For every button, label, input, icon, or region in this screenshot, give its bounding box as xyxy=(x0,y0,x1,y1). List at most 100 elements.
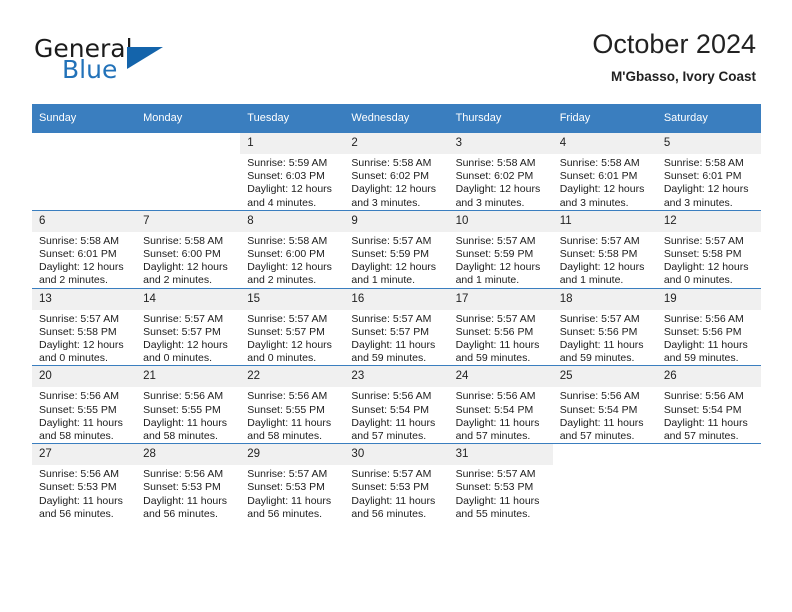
day-sunset-line: Sunset: 6:01 PM xyxy=(663,170,742,183)
day-sunrise-line: Sunrise: 5:58 AM xyxy=(455,157,536,169)
calendar-day-cell[interactable]: 7 Sunrise: 5:58 AM Sunset: 6:00 PM Daylight… xyxy=(136,209,241,289)
weekday-header-tuesday: Tuesday xyxy=(240,104,345,133)
calendar-day-cell-empty xyxy=(32,132,137,211)
calendar-day-cell[interactable]: 10 Sunrise: 5:57 AM Sunset: 5:59 PM Dayligh… xyxy=(448,209,553,289)
day-number: 15 xyxy=(240,288,345,310)
day-number: 4 xyxy=(552,133,657,154)
calendar-day-cell[interactable]: 2 Sunrise: 5:58 AM Sunset: 6:02 PM Daylight… xyxy=(344,132,449,211)
calendar-day-cell[interactable]: 23 Sunrise: 5:56 AM Sunset: 5:54 PM Dayligh… xyxy=(344,365,449,444)
general-blue-logo[interactable]: General Blue xyxy=(34,34,224,86)
calendar-day-cell[interactable]: 24 Sunrise: 5:56 AM Sunset: 5:54 PM Dayligh… xyxy=(448,365,553,444)
day-details: Sunrise: 5:56 AM Sunset: 5:55 PM Daylight:… xyxy=(32,387,136,443)
day-daylight-line: and 57 minutes. xyxy=(663,430,739,443)
calendar-grid: Sunday Monday Tuesday Wednesday Thursday… xyxy=(32,104,761,522)
day-details: Sunrise: 5:56 AM Sunset: 5:53 PM Daylight:… xyxy=(136,465,240,521)
calendar-page: General Blue October 2024 M'Gbasso, Ivor… xyxy=(0,0,792,612)
day-daylight-line: Daylight: 11 hours xyxy=(143,494,227,507)
calendar-day-cell[interactable]: 28 Sunrise: 5:56 AM Sunset: 5:53 PM Dayligh… xyxy=(136,443,241,522)
calendar-day-cell[interactable]: 9 Sunrise: 5:57 AM Sunset: 5:59 PM Daylight… xyxy=(344,209,449,289)
day-details: Sunrise: 5:58 AM Sunset: 6:01 PM Daylight:… xyxy=(657,154,761,210)
day-sunrise-line: Sunrise: 5:57 AM xyxy=(351,468,432,481)
calendar-day-cell[interactable]: 16 Sunrise: 5:57 AM Sunset: 5:57 PM Dayligh… xyxy=(344,287,449,366)
calendar-day-cell[interactable]: 18 Sunrise: 5:57 AM Sunset: 5:56 PM Dayligh… xyxy=(552,287,657,366)
day-details: Sunrise: 5:56 AM Sunset: 5:55 PM Daylight:… xyxy=(240,387,344,443)
day-number: 2 xyxy=(344,133,449,154)
day-sunrise-line: Sunrise: 5:56 AM xyxy=(351,390,432,403)
calendar-day-cell[interactable]: 6 Sunrise: 5:58 AM Sunset: 6:01 PM Daylight… xyxy=(32,209,137,289)
calendar-header-row: Sunday Monday Tuesday Wednesday Thursday… xyxy=(32,104,761,133)
calendar-day-cell-empty xyxy=(656,443,761,522)
calendar-day-cell[interactable]: 22 Sunrise: 5:56 AM Sunset: 5:55 PM Dayligh… xyxy=(240,365,345,444)
calendar-day-cell[interactable]: 17 Sunrise: 5:57 AM Sunset: 5:56 PM Dayligh… xyxy=(448,287,553,366)
weekday-header-sunday: Sunday xyxy=(32,104,137,133)
calendar-day-cell[interactable]: 3 Sunrise: 5:58 AM Sunset: 6:02 PM Daylight… xyxy=(448,132,553,211)
day-sunrise-line: Sunrise: 5:56 AM xyxy=(143,468,224,481)
calendar-day-cell[interactable]: 1 Sunrise: 5:59 AM Sunset: 6:03 PM Daylight… xyxy=(240,132,345,211)
day-daylight-line: Daylight: 11 hours xyxy=(559,416,644,429)
logo-triangle-icon xyxy=(127,47,163,69)
day-details: Sunrise: 5:56 AM Sunset: 5:55 PM Daylight:… xyxy=(136,387,240,443)
calendar-week-row: 1 Sunrise: 5:59 AM Sunset: 6:03 PM Daylight… xyxy=(32,132,761,211)
day-daylight-line: Daylight: 11 hours xyxy=(455,494,540,507)
day-sunrise-line: Sunrise: 5:57 AM xyxy=(143,312,224,325)
day-number: 21 xyxy=(136,366,241,388)
day-number: 17 xyxy=(448,288,553,310)
day-sunset-line: Sunset: 5:53 PM xyxy=(143,481,221,494)
day-number xyxy=(656,444,761,466)
day-details: Sunrise: 5:58 AM Sunset: 6:02 PM Daylight:… xyxy=(344,154,448,210)
day-sunset-line: Sunset: 5:57 PM xyxy=(247,325,325,338)
day-details: Sunrise: 5:58 AM Sunset: 6:01 PM Daylight:… xyxy=(553,154,657,210)
day-daylight-line: Daylight: 12 hours xyxy=(39,339,124,352)
day-daylight-line: and 0 minutes. xyxy=(143,352,213,365)
calendar-day-cell[interactable]: 8 Sunrise: 5:58 AM Sunset: 6:00 PM Daylight… xyxy=(240,209,345,289)
calendar-week-row: 27 Sunrise: 5:56 AM Sunset: 5:53 PM Dayligh… xyxy=(32,443,761,522)
day-daylight-line: Daylight: 12 hours xyxy=(455,261,541,274)
day-details: Sunrise: 5:57 AM Sunset: 5:53 PM Daylight:… xyxy=(449,465,553,521)
day-sunset-line: Sunset: 6:02 PM xyxy=(351,170,430,183)
day-daylight-line: and 58 minutes. xyxy=(247,430,322,443)
calendar-table: Sunday Monday Tuesday Wednesday Thursday… xyxy=(32,104,761,522)
calendar-day-cell[interactable]: 21 Sunrise: 5:56 AM Sunset: 5:55 PM Dayligh… xyxy=(136,365,241,444)
day-sunrise-line: Sunrise: 5:56 AM xyxy=(663,312,744,325)
day-daylight-line: Daylight: 11 hours xyxy=(351,339,436,352)
calendar-day-cell[interactable]: 5 Sunrise: 5:58 AM Sunset: 6:01 PM Daylight… xyxy=(656,132,761,211)
day-details: Sunrise: 5:57 AM Sunset: 5:56 PM Daylight:… xyxy=(449,310,553,366)
calendar-day-cell[interactable]: 11 Sunrise: 5:57 AM Sunset: 5:58 PM Dayligh… xyxy=(552,209,657,289)
calendar-day-cell[interactable]: 15 Sunrise: 5:57 AM Sunset: 5:57 PM Dayligh… xyxy=(240,287,345,366)
day-number: 5 xyxy=(656,133,761,154)
day-daylight-line: and 3 minutes. xyxy=(663,196,733,209)
day-sunset-line: Sunset: 6:01 PM xyxy=(39,248,117,261)
day-sunset-line: Sunset: 5:58 PM xyxy=(559,248,638,261)
day-daylight-line: and 57 minutes. xyxy=(351,430,427,443)
day-sunset-line: Sunset: 6:01 PM xyxy=(559,170,638,183)
day-sunrise-line: Sunrise: 5:57 AM xyxy=(455,234,536,247)
calendar-day-cell[interactable]: 30 Sunrise: 5:57 AM Sunset: 5:53 PM Dayligh… xyxy=(344,443,449,522)
calendar-day-cell[interactable]: 26 Sunrise: 5:56 AM Sunset: 5:54 PM Dayligh… xyxy=(656,365,761,444)
day-sunset-line: Sunset: 6:02 PM xyxy=(455,170,534,183)
calendar-day-cell[interactable]: 27 Sunrise: 5:56 AM Sunset: 5:53 PM Dayligh… xyxy=(32,443,137,522)
day-details: Sunrise: 5:57 AM Sunset: 5:53 PM Daylight:… xyxy=(344,465,448,521)
day-sunset-line: Sunset: 5:54 PM xyxy=(351,403,430,416)
day-daylight-line: and 3 minutes. xyxy=(351,196,421,209)
calendar-day-cell[interactable]: 20 Sunrise: 5:56 AM Sunset: 5:55 PM Dayligh… xyxy=(32,365,137,444)
day-daylight-line: and 59 minutes. xyxy=(663,352,739,365)
day-number: 27 xyxy=(32,444,137,466)
day-number: 20 xyxy=(32,366,137,388)
weekday-header-saturday: Saturday xyxy=(656,104,761,133)
day-daylight-line: and 59 minutes. xyxy=(559,352,635,365)
day-daylight-line: and 4 minutes. xyxy=(247,196,317,209)
day-sunrise-line: Sunrise: 5:56 AM xyxy=(559,390,640,403)
calendar-day-cell[interactable]: 4 Sunrise: 5:58 AM Sunset: 6:01 PM Daylight… xyxy=(552,132,657,211)
day-sunrise-line: Sunrise: 5:57 AM xyxy=(663,234,744,247)
calendar-day-cell[interactable]: 25 Sunrise: 5:56 AM Sunset: 5:54 PM Dayligh… xyxy=(552,365,657,444)
day-details: Sunrise: 5:56 AM Sunset: 5:56 PM Daylight:… xyxy=(657,310,761,366)
calendar-day-cell[interactable]: 31 Sunrise: 5:57 AM Sunset: 5:53 PM Dayligh… xyxy=(448,443,553,522)
day-sunset-line: Sunset: 5:59 PM xyxy=(455,248,534,261)
calendar-day-cell[interactable]: 19 Sunrise: 5:56 AM Sunset: 5:56 PM Dayligh… xyxy=(656,287,761,366)
day-sunset-line: Sunset: 5:53 PM xyxy=(39,481,117,494)
day-sunset-line: Sunset: 5:53 PM xyxy=(455,481,534,494)
calendar-day-cell[interactable]: 13 Sunrise: 5:57 AM Sunset: 5:58 PM Dayligh… xyxy=(32,287,137,366)
calendar-day-cell[interactable]: 12 Sunrise: 5:57 AM Sunset: 5:58 PM Dayligh… xyxy=(656,209,761,289)
calendar-day-cell[interactable]: 29 Sunrise: 5:57 AM Sunset: 5:53 PM Dayligh… xyxy=(240,443,345,522)
calendar-day-cell[interactable]: 14 Sunrise: 5:57 AM Sunset: 5:57 PM Dayligh… xyxy=(136,287,241,366)
